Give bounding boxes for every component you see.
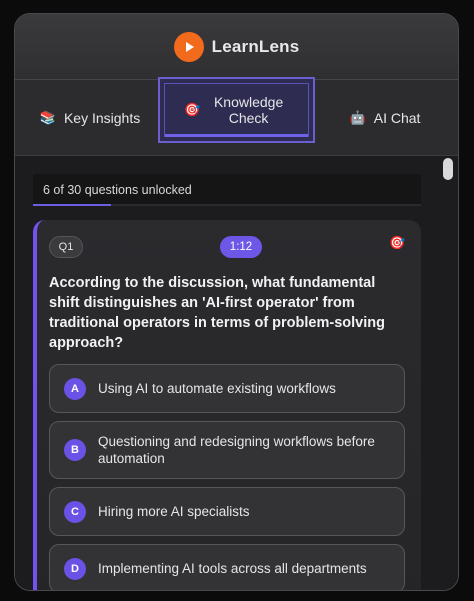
- books-icon: 📚: [39, 110, 56, 125]
- progress-text: 6 of 30 questions unlocked: [43, 183, 192, 197]
- tab-bar: 📚 Key Insights 🎯 Knowledge Check 🤖 AI Ch…: [15, 77, 458, 156]
- question-number-badge: Q1: [49, 236, 83, 258]
- tab-knowledge-check[interactable]: 🎯 Knowledge Check: [158, 77, 315, 143]
- tab-key-insights[interactable]: 📚 Key Insights: [35, 80, 145, 156]
- dart-icon: 🎯: [389, 235, 406, 250]
- quiz-content: 6 of 30 questions unlocked Q1 1:12 🎯 Acc…: [15, 156, 458, 590]
- robot-icon: 🤖: [349, 110, 366, 125]
- option-text: Hiring more AI specialists: [98, 504, 250, 519]
- option-letter: D: [64, 557, 86, 580]
- question-text: According to the discussion, what fundam…: [49, 275, 385, 351]
- tab-ai-chat[interactable]: 🤖 AI Chat: [345, 80, 425, 156]
- tab-label: Key Insights: [63, 110, 141, 126]
- progress-track: [33, 204, 421, 206]
- app-title: LearnLens: [211, 36, 300, 56]
- option-text: Implementing AI tools across all departm…: [98, 561, 367, 576]
- option-text: Questioning and redesigning workflows be…: [98, 434, 375, 466]
- question-card: Q1 1:12 🎯 According to the discussion, w…: [33, 220, 421, 590]
- active-tab-indicator: [165, 134, 308, 137]
- option-text: Using AI to automate existing workflows: [98, 381, 336, 396]
- app-window: LearnLens 📚 Key Insights 🎯 Knowledge Che…: [14, 13, 459, 591]
- progress-fill: [33, 204, 111, 206]
- scrollbar-thumb[interactable]: [443, 158, 453, 180]
- dart-icon: 🎯: [184, 102, 201, 117]
- app-header: LearnLens: [15, 14, 458, 80]
- play-icon: [173, 31, 204, 62]
- option-letter: A: [64, 377, 86, 400]
- answer-option-d[interactable]: D Implementing AI tools across all depar…: [49, 544, 405, 590]
- tab-label: Knowledge Check: [213, 94, 284, 126]
- progress-section: 6 of 30 questions unlocked: [33, 174, 421, 206]
- answer-option-c[interactable]: C Hiring more AI specialists: [49, 487, 405, 536]
- tab-label: AI Chat: [373, 110, 421, 126]
- option-letter: B: [64, 439, 86, 461]
- option-letter: C: [64, 500, 86, 523]
- timer-badge: 1:12: [220, 236, 262, 258]
- answer-option-a[interactable]: A Using AI to automate existing workflow…: [49, 364, 405, 413]
- answer-option-b[interactable]: B Questioning and redesigning workflows …: [49, 421, 405, 479]
